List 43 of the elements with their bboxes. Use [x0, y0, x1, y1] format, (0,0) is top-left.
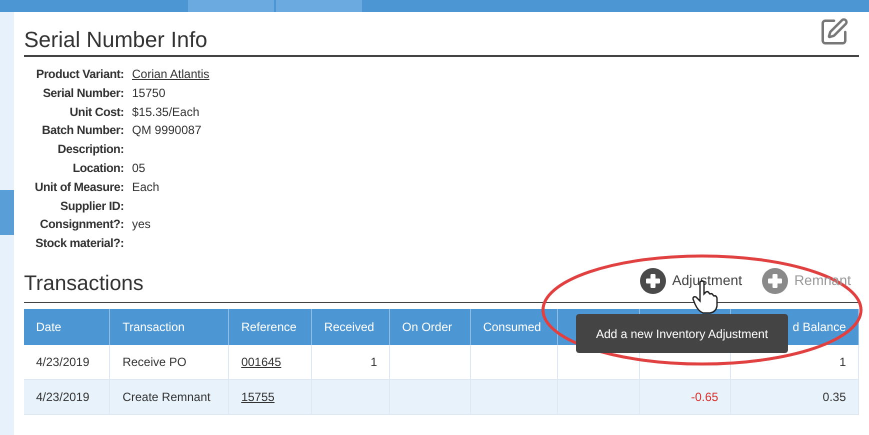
section-title: Transactions: [24, 272, 144, 294]
field-value: QM 9990087: [132, 122, 202, 140]
field-value: 05: [132, 160, 146, 177]
table-cell: Create Remnant: [122, 390, 210, 404]
table-cell: -0.65: [690, 390, 718, 404]
nav-tab[interactable]: [276, 0, 362, 12]
field-label: Description:: [56, 141, 124, 158]
field-label: Stock material?:: [34, 235, 124, 252]
field-label: Unit of Measure:: [34, 178, 124, 196]
column-header: Consumed: [483, 320, 542, 334]
column-header: On Order: [402, 320, 452, 334]
field-label: Unit Cost:: [68, 104, 124, 121]
tooltip: Add a new Inventory Adjustment: [576, 314, 788, 353]
field-label: Product Variant:: [35, 66, 124, 83]
column-header: Transaction: [122, 320, 185, 334]
field-value: 15750: [132, 84, 166, 102]
table-cell: 4/23/2019: [36, 390, 90, 404]
field-label: Batch Number:: [40, 122, 124, 140]
table-cell: 1: [839, 355, 846, 370]
sidebar-tab[interactable]: [0, 190, 14, 235]
table-cell: 0.35: [822, 390, 846, 404]
column-header: Reference: [241, 320, 297, 334]
field-label: Location:: [72, 160, 124, 177]
edit-icon[interactable]: [819, 17, 849, 47]
reference-link[interactable]: 001645: [241, 355, 282, 370]
section-title: Serial Number Info: [24, 29, 208, 51]
table-cell: 4/23/2019: [36, 355, 90, 370]
plus-circle-icon: [640, 268, 666, 294]
column-header: Received: [324, 320, 374, 334]
nav-tab[interactable]: [188, 0, 274, 12]
field-value: $15.35/Each: [132, 104, 200, 121]
field-value: Each: [132, 178, 160, 196]
field-label: Supplier ID:: [59, 198, 124, 215]
column-header: d Balance: [792, 320, 846, 334]
field-label: Serial Number:: [42, 84, 124, 102]
column-header: Date: [36, 320, 62, 334]
table-cell: Receive PO: [122, 355, 186, 370]
product-link[interactable]: Corian Atlantis: [132, 65, 210, 84]
field-value: yes: [132, 216, 151, 234]
plus-circle-icon: [762, 268, 788, 294]
reference-link[interactable]: 15755: [241, 390, 275, 404]
field-label: Consignment?:: [38, 216, 124, 234]
table-cell: 1: [370, 355, 378, 370]
